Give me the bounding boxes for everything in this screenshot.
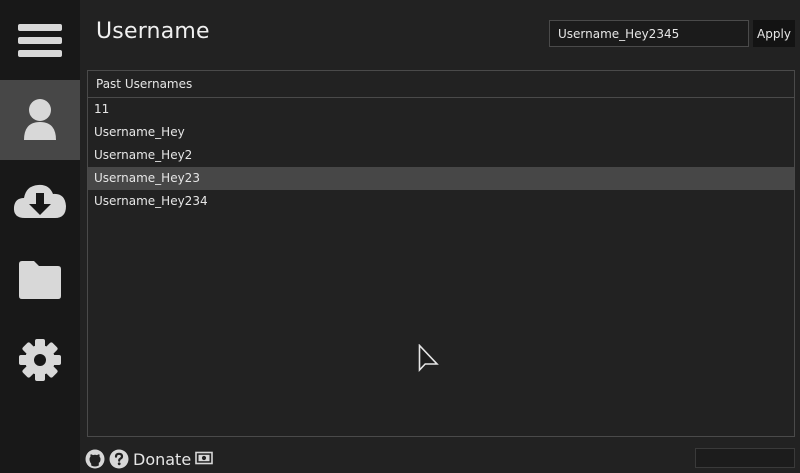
list-item-selected[interactable]: Username_Hey23 xyxy=(88,167,794,190)
user-icon xyxy=(24,99,56,140)
menu-button[interactable] xyxy=(0,0,80,80)
page-title: Username xyxy=(96,19,210,44)
hamburger-menu-icon xyxy=(18,24,62,57)
sidebar xyxy=(0,0,80,473)
sidebar-item-settings[interactable] xyxy=(0,320,80,400)
donate-label: Donate xyxy=(133,449,192,469)
gear-icon xyxy=(19,339,61,381)
past-usernames-list: Past Usernames 11 Username_Hey Username_… xyxy=(87,70,795,437)
money-icon xyxy=(195,450,213,469)
apply-button[interactable]: Apply xyxy=(753,20,795,47)
username-input[interactable] xyxy=(549,20,749,47)
list-item[interactable]: 11 xyxy=(88,98,794,121)
sidebar-item-username[interactable] xyxy=(0,80,80,160)
mouse-cursor-icon xyxy=(418,344,439,373)
cloud-download-icon xyxy=(13,184,66,218)
list-item[interactable]: Username_Hey234 xyxy=(88,190,794,213)
list-header[interactable]: Past Usernames xyxy=(88,71,794,98)
sidebar-item-download[interactable] xyxy=(0,160,80,240)
footer: Donate xyxy=(80,445,800,473)
list-item[interactable]: Username_Hey2 xyxy=(88,144,794,167)
sidebar-item-folder[interactable] xyxy=(0,240,80,320)
status-bar xyxy=(695,448,795,468)
list-item[interactable]: Username_Hey xyxy=(88,121,794,144)
folder-icon xyxy=(19,261,61,299)
help-icon[interactable] xyxy=(109,449,129,473)
donate-link[interactable]: Donate xyxy=(133,449,213,469)
list-body: 11 Username_Hey Username_Hey2 Username_H… xyxy=(88,98,794,213)
github-icon[interactable] xyxy=(85,449,105,473)
